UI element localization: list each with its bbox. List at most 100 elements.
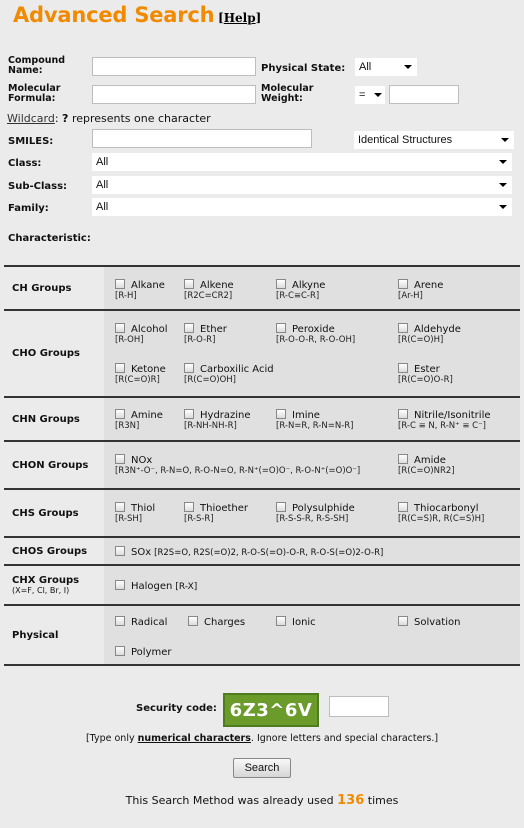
help-bracket-right: ] [255, 11, 262, 25]
checkbox-icon[interactable] [184, 363, 194, 373]
checkbox-alcohol[interactable]: Alcohol [R-OH] [115, 323, 167, 346]
compound-name-input[interactable] [92, 57, 256, 76]
checkbox-icon[interactable] [398, 616, 408, 626]
checkbox-icon[interactable] [184, 323, 194, 333]
checkbox-icon[interactable] [184, 409, 194, 419]
checkbox-hydrazine[interactable]: Hydrazine [R-NH-NH-R] [184, 409, 251, 432]
checkbox-imine[interactable]: Imine [R-N=R, R-N=N-R] [276, 409, 354, 432]
molecular-formula-label: Molecular Formula: [8, 83, 61, 104]
wildcard-text: represents one character [71, 112, 211, 125]
checkbox-icon[interactable] [398, 454, 408, 464]
family-select[interactable]: All [92, 198, 512, 216]
group-cells: Thiol [R-SH] Thioether [R-S-R] Polysulphid… [104, 490, 520, 536]
group-physical: Physical Radical Charges Ionic Solvation… [4, 606, 520, 664]
checkbox-icon[interactable] [398, 409, 408, 419]
group-cells: Amine [R3N] Hydrazine [R-NH-NH-R] Imine [R-… [104, 398, 520, 440]
compound-name-label: Compound Name: [8, 55, 66, 76]
smiles-mode-select[interactable]: Identical Structures [354, 131, 514, 149]
checkbox-amide[interactable]: Amide [R(C=O)NR2] [398, 454, 455, 477]
checkbox-ketone[interactable]: Ketone [R(C=O)R] [115, 363, 166, 386]
group-cells: NOx [R3N⁺-O⁻, R-N=O, R-O-N=O, R-N⁺(=O)O⁻,… [104, 442, 520, 488]
checkbox-icon[interactable] [398, 279, 408, 289]
checkbox-icon[interactable] [184, 279, 194, 289]
family-label: Family: [8, 203, 49, 214]
checkbox-icon[interactable] [276, 279, 286, 289]
checkbox-radical[interactable]: Radical [115, 616, 167, 628]
checkbox-alkyne[interactable]: Alkyne [R-C≡C-R] [276, 279, 325, 302]
group-name: CH Groups [12, 282, 72, 294]
class-select[interactable]: All [92, 153, 512, 171]
subclass-select[interactable]: All [92, 176, 512, 194]
checkbox-icon[interactable] [115, 646, 125, 656]
checkbox-alkane[interactable]: Alkane [R-H] [115, 279, 165, 302]
checkbox-icon[interactable] [276, 616, 286, 626]
checkbox-charges[interactable]: Charges [188, 616, 245, 628]
smiles-input[interactable] [92, 129, 312, 148]
group-cells: Radical Charges Ionic Solvation Polymer [104, 606, 520, 664]
checkbox-icon[interactable] [115, 279, 125, 289]
checkbox-icon[interactable] [276, 502, 286, 512]
wildcard-symbol: ? [62, 112, 69, 125]
chevron-down-icon [374, 93, 382, 97]
checkbox-arene[interactable]: Arene [Ar-H] [398, 279, 443, 302]
physical-state-select[interactable]: All [355, 58, 417, 76]
mw-operator-select[interactable]: = [355, 86, 385, 104]
physical-state-value: All [359, 61, 372, 73]
checkbox-icon[interactable] [398, 363, 408, 373]
subclass-value: All [96, 179, 109, 191]
checkbox-halogen[interactable]: Halogen [R-X] [115, 580, 197, 593]
checkbox-icon[interactable] [115, 454, 125, 464]
chevron-down-icon [499, 160, 507, 164]
checkbox-carboxilic-acid[interactable]: Carboxilic Acid [R(C=O)OH] [184, 363, 274, 386]
checkbox-amine[interactable]: Amine [R3N] [115, 409, 163, 432]
checkbox-peroxide[interactable]: Peroxide [R-O-O-R, R-O-OH] [276, 323, 355, 346]
checkbox-nitrile[interactable]: Nitrile/Isonitrile [R-C ≡ N, R-N⁺ ≡ C⁻] [398, 409, 491, 432]
group-name: CHN Groups [12, 413, 80, 425]
chevron-down-icon [501, 138, 509, 142]
checkbox-polysulphide[interactable]: Polysulphide [R-S-S-R, R-S-SH] [276, 502, 355, 525]
table-divider [4, 664, 520, 666]
group-name: CHS Groups [12, 507, 79, 519]
checkbox-icon[interactable] [398, 323, 408, 333]
checkbox-solvation[interactable]: Solvation [398, 616, 460, 628]
wildcard-hint: Wildcard: ? represents one character [7, 112, 211, 125]
checkbox-ionic[interactable]: Ionic [276, 616, 316, 628]
checkbox-aldehyde[interactable]: Aldehyde [R(C=O)H] [398, 323, 461, 346]
group-name: Physical [12, 629, 59, 641]
molecular-formula-input[interactable] [92, 85, 256, 104]
checkbox-sox[interactable]: SOx [R2S=O, R2S(=O)2, R-O-S(=O)-O-R, R-O… [115, 546, 383, 559]
help-link[interactable]: Help [224, 11, 256, 25]
group-chos: CHOS Groups SOx [R2S=O, R2S(=O)2, R-O-S(… [4, 538, 520, 564]
group-chn: CHN Groups Amine [R3N] Hydrazine [R-NH-NH-… [4, 398, 520, 440]
group-name: CHX Groups (X=F, Cl, Br, I) [12, 575, 80, 595]
checkbox-icon[interactable] [115, 409, 125, 419]
group-cells: Alkane [R-H] Alkene [R2C=CR2] Alkyne [R-C≡C… [104, 267, 520, 309]
checkbox-thioether[interactable]: Thioether [R-S-R] [184, 502, 248, 525]
class-label: Class: [8, 158, 42, 169]
checkbox-icon[interactable] [184, 502, 194, 512]
checkbox-thiol[interactable]: Thiol [R-SH] [115, 502, 155, 525]
checkbox-ester[interactable]: Ester [R(C=O)O-R] [398, 363, 453, 386]
checkbox-icon[interactable] [188, 616, 198, 626]
checkbox-ether[interactable]: Ether [R-O-R] [184, 323, 227, 346]
group-ch: CH Groups Alkane [R-H] Alkene [R2C=CR2] Al… [4, 267, 520, 309]
molecular-weight-input[interactable] [389, 85, 459, 104]
checkbox-icon[interactable] [115, 323, 125, 333]
security-code-input[interactable] [329, 696, 389, 717]
checkbox-polymer[interactable]: Polymer [115, 646, 172, 658]
wildcard-link[interactable]: Wildcard [7, 112, 55, 125]
checkbox-alkene[interactable]: Alkene [R2C=CR2] [184, 279, 234, 302]
checkbox-nox[interactable]: NOx [R3N⁺-O⁻, R-N=O, R-O-N=O, R-N⁺(=O)O⁻,… [115, 454, 360, 477]
checkbox-icon[interactable] [115, 363, 125, 373]
checkbox-thiocarbonyl[interactable]: Thiocarbonyl [R(C=S)R, R(C=S)H] [398, 502, 484, 525]
checkbox-icon[interactable] [115, 502, 125, 512]
checkbox-icon[interactable] [276, 409, 286, 419]
group-chon: CHON Groups NOx [R3N⁺-O⁻, R-N=O, R-O-N=O,… [4, 442, 520, 488]
group-name: CHO Groups [12, 348, 80, 359]
checkbox-icon[interactable] [115, 580, 125, 590]
checkbox-icon[interactable] [115, 546, 125, 556]
checkbox-icon[interactable] [115, 616, 125, 626]
search-button[interactable]: Search [233, 758, 291, 778]
checkbox-icon[interactable] [276, 323, 286, 333]
checkbox-icon[interactable] [398, 502, 408, 512]
